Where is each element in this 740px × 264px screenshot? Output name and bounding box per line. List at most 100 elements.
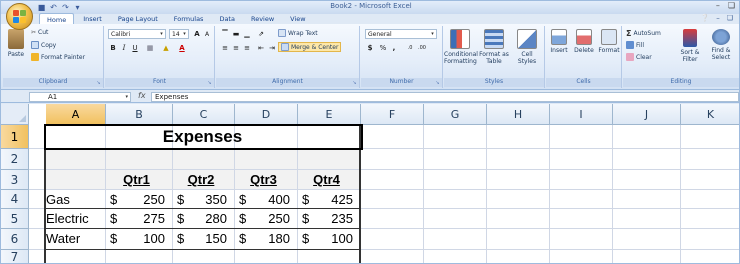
ribbon-restore-icon[interactable]: ❏ <box>727 14 733 22</box>
grow-font-button[interactable]: A <box>192 29 202 39</box>
column-header-d[interactable]: D <box>235 104 298 125</box>
insert-cells-button[interactable]: Insert <box>547 29 571 54</box>
expense-value-cell[interactable]: 235 <box>298 211 353 226</box>
shrink-font-button[interactable]: A <box>202 30 212 40</box>
align-center-icon[interactable]: ≡ <box>231 43 241 53</box>
font-name-combo[interactable]: Calibri ▾ <box>108 29 166 39</box>
worksheet-grid[interactable]: A B C D E F G H I J K 1 2 3 4 5 6 7 Expenses Qtr1 Qtr2 Qtr3 Qt… <box>1 104 739 263</box>
minimize-icon[interactable]: – <box>716 1 720 10</box>
expense-name-cell[interactable]: Gas <box>46 192 70 207</box>
autosum-button[interactable]: Σ AutoSum <box>626 29 661 38</box>
row-header-3[interactable]: 3 <box>1 170 29 190</box>
expense-value-cell[interactable]: 425 <box>298 192 353 207</box>
insert-function-button[interactable]: fx <box>138 91 146 100</box>
clear-button[interactable]: Clear <box>626 53 652 61</box>
currency-button[interactable]: $ <box>365 43 375 53</box>
align-left-icon[interactable]: ≡ <box>220 43 230 53</box>
quarter-header-cell[interactable]: Qtr4 <box>298 172 355 187</box>
column-header-j[interactable]: J <box>613 104 681 125</box>
name-box[interactable]: A1 ▾ <box>29 92 131 102</box>
sort-filter-button[interactable]: Sort & Filter <box>675 29 705 63</box>
percent-button[interactable]: % <box>378 43 388 53</box>
row-header-7[interactable]: 7 <box>1 250 29 263</box>
cell-styles-button[interactable]: Cell Styles <box>512 29 542 65</box>
format-as-table-button[interactable]: Format as Table <box>478 29 510 65</box>
conditional-formatting-button[interactable]: Conditional Formatting <box>444 29 478 65</box>
column-header-h[interactable]: H <box>487 104 550 125</box>
number-format-combo[interactable]: General ▾ <box>365 29 437 39</box>
format-painter-button[interactable]: Format Painter <box>31 53 85 61</box>
quarter-header-cell[interactable]: Qtr1 <box>106 172 167 187</box>
quarter-header-cell[interactable]: Qtr3 <box>235 172 292 187</box>
underline-button[interactable]: U <box>130 43 140 53</box>
orientation-icon[interactable]: ⇗ <box>256 29 266 39</box>
restore-icon[interactable]: ❏ <box>728 1 735 10</box>
expense-value-cell[interactable]: 400 <box>235 192 290 207</box>
column-header-i[interactable]: I <box>550 104 613 125</box>
expense-name-cell[interactable]: Water <box>46 231 80 246</box>
select-all-button[interactable] <box>1 104 29 125</box>
increase-decimal-icon[interactable]: .0 <box>405 43 415 53</box>
decrease-decimal-icon[interactable]: .00 <box>417 43 427 53</box>
align-top-icon[interactable]: ▔ <box>220 29 230 39</box>
italic-button[interactable]: I <box>119 43 129 53</box>
ribbon-minimize-icon[interactable]: – <box>716 14 720 22</box>
format-cells-button[interactable]: Format <box>597 29 621 54</box>
merge-center-label: Merge & Center <box>291 43 339 51</box>
clipboard-launcher-icon[interactable]: ↘ <box>95 80 102 87</box>
office-button[interactable] <box>6 3 33 30</box>
row-header-5[interactable]: 5 <box>1 209 29 229</box>
paste-button[interactable]: Paste <box>5 29 27 58</box>
increase-indent-icon[interactable]: ⇥ <box>267 43 277 53</box>
align-middle-icon[interactable]: ▬ <box>231 29 241 39</box>
column-header-c[interactable]: C <box>173 104 235 125</box>
number-launcher-icon[interactable]: ↘ <box>434 80 441 87</box>
cut-button[interactable]: ✂ Cut <box>31 29 48 36</box>
font-size-combo[interactable]: 14 ▾ <box>169 29 189 39</box>
wrap-text-button[interactable]: Wrap Text <box>278 29 318 37</box>
help-icon[interactable]: ❔ <box>701 14 710 22</box>
font-color-icon[interactable]: A <box>177 43 187 53</box>
expense-value-cell[interactable]: 350 <box>173 192 227 207</box>
copy-button[interactable]: Copy <box>31 41 56 49</box>
expense-value-cell[interactable]: 150 <box>173 231 227 246</box>
expense-value-cell[interactable]: 280 <box>173 211 227 226</box>
alignment-launcher-icon[interactable]: ↘ <box>351 80 358 87</box>
column-header-b[interactable]: B <box>106 104 173 125</box>
help-controls: ❔ – ❏ <box>701 14 734 22</box>
expense-value-cell[interactable]: 275 <box>106 211 165 226</box>
expense-value-cell[interactable]: 250 <box>106 192 165 207</box>
find-select-button[interactable]: Find & Select <box>706 29 736 61</box>
merge-center-button[interactable]: Merge & Center <box>278 42 342 52</box>
cell-styles-label: Cell Styles <box>517 51 537 65</box>
column-header-e[interactable]: E <box>298 104 361 125</box>
chevron-down-icon: ▾ <box>183 31 186 37</box>
expense-value-cell[interactable]: 250 <box>235 211 290 226</box>
borders-icon[interactable]: ▦ <box>145 43 155 53</box>
expense-name-cell[interactable]: Electric <box>46 211 89 226</box>
expense-value-cell[interactable]: 100 <box>106 231 165 246</box>
decrease-indent-icon[interactable]: ⇤ <box>256 43 266 53</box>
font-launcher-icon[interactable]: ↘ <box>206 80 213 87</box>
column-header-k[interactable]: K <box>681 104 739 125</box>
column-header-a[interactable]: A <box>46 104 106 125</box>
row-header-2[interactable]: 2 <box>1 149 29 170</box>
merge-center-icon <box>281 43 289 51</box>
row-header-1[interactable]: 1 <box>1 125 29 149</box>
column-header-f[interactable]: F <box>361 104 424 125</box>
expense-value-cell[interactable]: 180 <box>235 231 290 246</box>
formula-input[interactable]: Expenses <box>151 92 739 102</box>
column-header-g[interactable]: G <box>424 104 487 125</box>
comma-button[interactable]: , <box>389 43 399 53</box>
sheet-title-cell[interactable]: Expenses <box>44 125 361 149</box>
bold-button[interactable]: B <box>108 43 118 53</box>
align-right-icon[interactable]: ≡ <box>242 43 252 53</box>
row-header-4[interactable]: 4 <box>1 190 29 209</box>
delete-cells-button[interactable]: Delete <box>572 29 596 54</box>
quarter-header-cell[interactable]: Qtr2 <box>173 172 229 187</box>
fill-button[interactable]: Fill <box>626 41 644 49</box>
fill-color-icon[interactable]: ▲ <box>161 43 171 53</box>
align-bottom-icon[interactable]: ▁ <box>242 29 252 39</box>
row-header-6[interactable]: 6 <box>1 229 29 250</box>
expense-value-cell[interactable]: 100 <box>298 231 353 246</box>
